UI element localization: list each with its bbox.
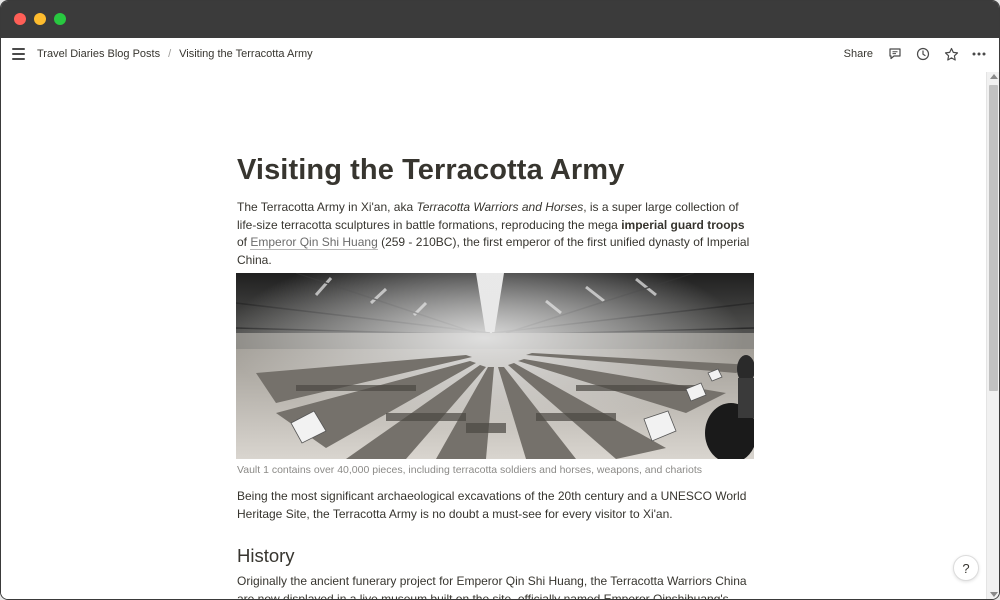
share-button[interactable]: Share xyxy=(844,48,873,60)
breadcrumb-separator: / xyxy=(168,48,172,60)
scroll-up-arrow-icon[interactable] xyxy=(990,74,998,79)
topbar-actions: Share xyxy=(844,46,987,62)
maximize-window-button[interactable] xyxy=(54,13,66,25)
terracotta-army-photo xyxy=(236,273,754,459)
history-icon[interactable] xyxy=(915,46,931,62)
page-title: Visiting the Terracotta Army xyxy=(237,154,625,186)
close-window-button[interactable] xyxy=(14,13,26,25)
top-bar: Travel Diaries Blog Posts / Visiting the… xyxy=(1,38,999,72)
scrollbar-thumb[interactable] xyxy=(989,85,998,391)
emperor-link[interactable]: Emperor Qin Shi Huang xyxy=(250,235,378,250)
intro-bold-text: imperial guard troops xyxy=(621,217,745,232)
minimize-window-button[interactable] xyxy=(34,13,46,25)
breadcrumb-current[interactable]: Visiting the Terracotta Army xyxy=(179,48,313,60)
more-icon[interactable] xyxy=(971,46,987,62)
help-button[interactable]: ? xyxy=(953,555,979,581)
paragraph-2: Being the most significant archaeologica… xyxy=(237,489,747,521)
star-icon[interactable] xyxy=(943,46,959,62)
paragraph-3: Originally the ancient funerary project … xyxy=(237,574,747,600)
breadcrumb-parent[interactable]: Travel Diaries Blog Posts xyxy=(37,48,160,60)
intro-text-1: The Terracotta Army in Xi'an, aka xyxy=(237,200,417,214)
image-caption: Vault 1 contains over 40,000 pieces, inc… xyxy=(237,464,702,476)
intro-italic-text: Terracotta Warriors and Horses xyxy=(416,200,584,214)
comment-icon[interactable] xyxy=(887,46,903,62)
title-bar xyxy=(1,1,999,38)
page-content: Visiting the Terracotta Army The Terraco… xyxy=(1,72,987,600)
scroll-down-arrow-icon[interactable] xyxy=(990,592,998,597)
breadcrumb: Travel Diaries Blog Posts / Visiting the… xyxy=(37,48,313,60)
intro-text-3: of xyxy=(237,235,251,249)
intro-paragraph: The Terracotta Army in Xi'an, aka Terrac… xyxy=(237,199,757,269)
menu-icon[interactable] xyxy=(12,48,25,60)
app-window: Travel Diaries Blog Posts / Visiting the… xyxy=(0,0,1000,600)
vertical-scrollbar[interactable] xyxy=(986,72,999,599)
section-heading-history: History xyxy=(237,545,295,566)
